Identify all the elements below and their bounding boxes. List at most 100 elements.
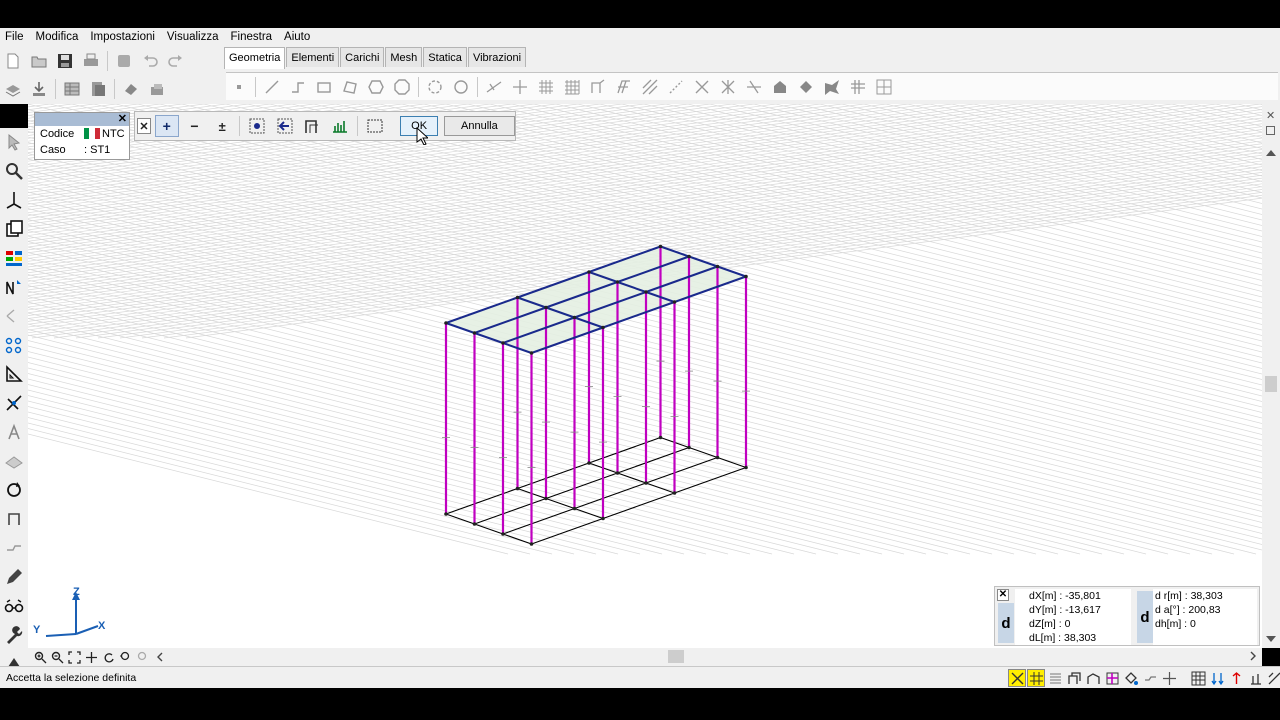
menu-file[interactable]: File [0, 28, 31, 46]
select-level-icon[interactable] [328, 115, 352, 137]
scroll-down-icon[interactable] [1266, 636, 1276, 642]
scroll-left-icon[interactable] [151, 650, 168, 664]
panel-title-bar[interactable]: ✕ [35, 113, 129, 126]
delete-cross-icon[interactable] [691, 76, 713, 98]
scroll-up-icon[interactable] [1266, 150, 1276, 156]
hatch-icon[interactable] [847, 76, 869, 98]
wrench-icon[interactable] [2, 623, 26, 647]
render-icon[interactable] [146, 78, 168, 100]
zoom-out-icon[interactable] [49, 650, 66, 664]
grid-icon[interactable] [535, 76, 557, 98]
tab-vibrazioni[interactable]: Vibrazioni [467, 47, 527, 67]
split-icon[interactable] [483, 76, 505, 98]
menu-visualizza[interactable]: Visualizza [162, 28, 226, 46]
table-view-icon[interactable] [1189, 669, 1207, 687]
grid-snap-icon[interactable] [1027, 669, 1045, 687]
select-frame-icon[interactable] [300, 115, 324, 137]
horizontal-scrollbar[interactable] [28, 648, 1262, 666]
copy-icon[interactable] [2, 217, 26, 241]
load-arrow-icon[interactable] [2, 275, 26, 299]
save-icon[interactable] [54, 50, 76, 72]
link-icon[interactable] [1141, 669, 1159, 687]
tab-geometria[interactable]: Geometria [224, 47, 286, 69]
draw-line-icon[interactable] [2, 304, 26, 328]
solid-fill-icon[interactable] [769, 76, 791, 98]
add-selection-button[interactable]: + [154, 115, 179, 137]
tab-mesh[interactable]: Mesh [385, 47, 423, 67]
zoom-in-icon[interactable] [32, 650, 49, 664]
rotate-icon[interactable] [2, 478, 26, 502]
scroll-right-icon[interactable] [1248, 650, 1258, 665]
tab-carichi[interactable]: Carichi [340, 47, 385, 67]
layers-icon[interactable] [2, 78, 24, 100]
frame-view-icon[interactable] [1065, 669, 1083, 687]
tab-statica[interactable]: Statica [423, 47, 467, 67]
circle-icon[interactable] [450, 76, 472, 98]
close-icon[interactable]: ✕ [997, 589, 1009, 601]
close-icon[interactable]: ✕ [137, 118, 151, 134]
skew-grid-icon[interactable] [613, 76, 635, 98]
redo-icon[interactable] [165, 50, 187, 72]
arc-icon[interactable] [424, 76, 446, 98]
rectangle-icon[interactable] [313, 76, 335, 98]
remove-selection-button[interactable]: − [183, 115, 207, 137]
zoom-extents-icon[interactable] [66, 650, 83, 664]
pan-icon[interactable] [83, 650, 100, 664]
tab-elementi[interactable]: Elementi [286, 47, 340, 67]
window-select-icon[interactable] [363, 115, 387, 137]
select-arrow-icon[interactable] [2, 130, 26, 154]
model-viewport[interactable] [28, 104, 1262, 648]
frame-3d-icon[interactable] [1084, 669, 1102, 687]
extrude-icon[interactable] [587, 76, 609, 98]
menu-modifica[interactable]: Modifica [31, 28, 86, 46]
trim-icon[interactable] [743, 76, 765, 98]
zoom-previous-icon[interactable] [117, 650, 134, 664]
load-down-icon[interactable] [1208, 669, 1226, 687]
triangle-ruler-icon[interactable] [2, 362, 26, 386]
structure-3d-view[interactable] [28, 104, 1262, 648]
eraser-icon[interactable] [120, 78, 142, 100]
menu-impostazioni[interactable]: Impostazioni [85, 28, 162, 46]
line-icon[interactable] [261, 76, 283, 98]
shape-toggle-icon[interactable] [1122, 669, 1140, 687]
close-icon[interactable]: ✕ [118, 112, 127, 125]
table-icon[interactable] [61, 78, 83, 100]
table-grid-icon[interactable] [873, 76, 895, 98]
snap-toggle-icon[interactable] [1008, 669, 1026, 687]
support-icon[interactable] [2, 536, 26, 560]
result-toggle-icon[interactable] [1265, 669, 1280, 687]
text-annotation-icon[interactable] [2, 420, 26, 444]
zoom-next-icon[interactable] [134, 650, 151, 664]
octagon-icon[interactable] [391, 76, 413, 98]
glasses-icon[interactable] [2, 594, 26, 618]
axes-icon[interactable] [2, 188, 26, 212]
zoom-icon[interactable] [2, 159, 26, 183]
polygon-icon[interactable] [339, 76, 361, 98]
hexagon-icon[interactable] [365, 76, 387, 98]
rotate-view-icon[interactable] [100, 650, 117, 664]
import-icon[interactable] [28, 78, 50, 100]
frame-icon[interactable] [2, 507, 26, 531]
new-file-icon[interactable] [2, 50, 24, 72]
vertical-scrollbar[interactable]: ✕ [1262, 104, 1280, 648]
pen-icon[interactable] [2, 565, 26, 589]
select-previous-icon[interactable] [273, 115, 297, 137]
element-color-icon[interactable] [1103, 669, 1121, 687]
solid-cut-icon[interactable] [821, 76, 843, 98]
toggle-selection-button[interactable]: ± [210, 115, 234, 137]
scroll-thumb[interactable] [668, 650, 684, 663]
select-all-icon[interactable] [245, 115, 269, 137]
annulla-button[interactable]: Annulla [443, 116, 515, 136]
intersect-icon[interactable] [717, 76, 739, 98]
print-icon[interactable] [80, 50, 102, 72]
menu-aiuto[interactable]: Aiuto [279, 28, 317, 46]
list-icon[interactable] [1046, 669, 1064, 687]
undo-icon[interactable] [139, 50, 161, 72]
polyline-icon[interactable] [287, 76, 309, 98]
open-folder-icon[interactable] [28, 50, 50, 72]
constraint-icon[interactable] [2, 391, 26, 415]
restore-view-icon[interactable] [1266, 126, 1275, 135]
report-icon[interactable] [87, 78, 109, 100]
mesh-grid-icon[interactable] [561, 76, 583, 98]
point-icon[interactable] [228, 76, 250, 98]
